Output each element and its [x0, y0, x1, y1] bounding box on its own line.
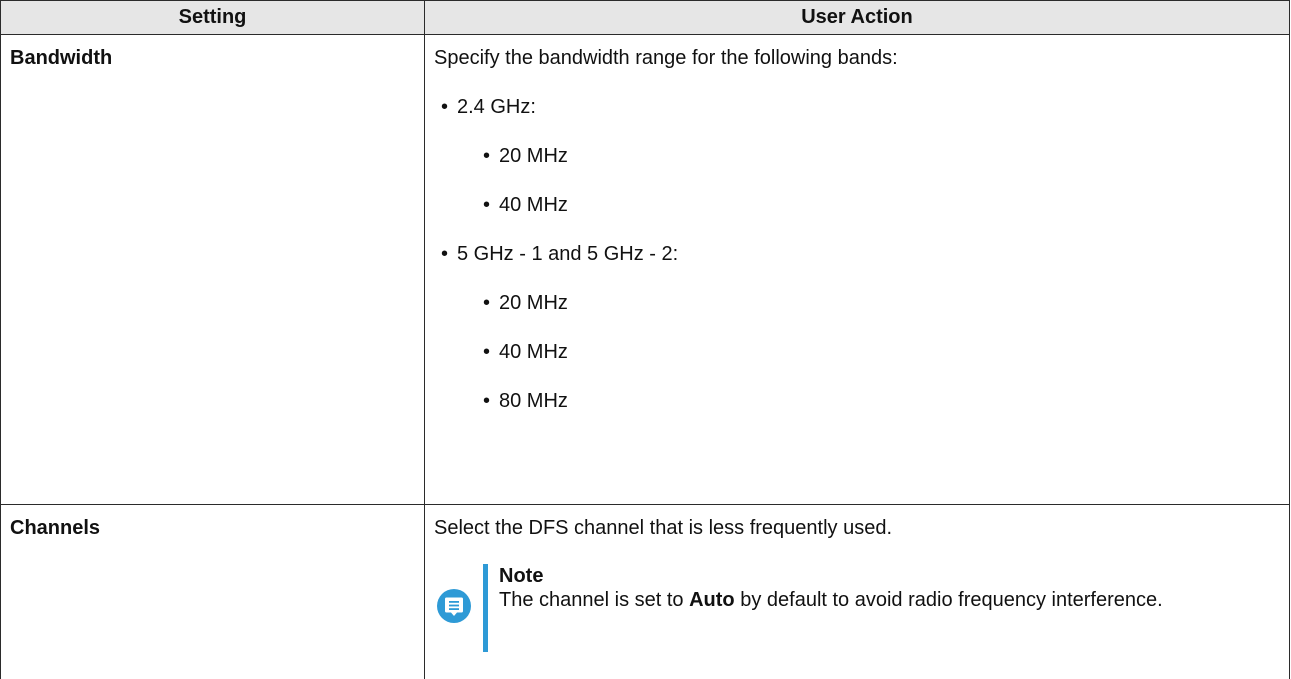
setting-cell: Channels: [1, 505, 425, 679]
table-row-bandwidth: Bandwidth Specify the bandwidth range fo…: [1, 35, 1290, 505]
table-header-row: Setting User Action: [1, 1, 1290, 35]
action-intro: Specify the bandwidth range for the foll…: [425, 35, 1289, 70]
list-item: • 80 MHz: [483, 389, 1289, 413]
note-icon: [436, 588, 472, 624]
bandwidth-option: 20 MHz: [499, 145, 568, 167]
bullet-marker: •: [483, 389, 490, 413]
table-row-channels: Channels Select the DFS channel that is …: [1, 505, 1290, 679]
header-user-action: User Action: [425, 1, 1290, 35]
setting-cell: Bandwidth: [1, 35, 425, 505]
note-text-after: by default to avoid radio frequency inte…: [735, 589, 1163, 611]
bullet-marker: •: [483, 340, 490, 364]
bandwidth-option: 40 MHz: [499, 341, 568, 363]
note-text-before: The channel is set to: [499, 589, 689, 611]
note-accent-bar: [483, 564, 488, 652]
list-item: • 20 MHz: [483, 144, 1289, 168]
bandwidth-option: 20 MHz: [499, 292, 568, 314]
settings-table: Setting User Action Bandwidth Specify th…: [0, 0, 1290, 679]
bullet-marker: •: [483, 144, 490, 168]
list-item: • 40 MHz: [483, 193, 1289, 217]
action-intro: Select the DFS channel that is less freq…: [425, 505, 1289, 540]
band-label: 2.4 GHz:: [457, 96, 536, 118]
note-text-bold: Auto: [689, 589, 735, 611]
action-cell: Specify the bandwidth range for the foll…: [425, 35, 1290, 505]
note-callout: Note The channel is set to Auto by defau…: [425, 564, 1289, 652]
list-item: • 5 GHz - 1 and 5 GHz - 2:: [441, 242, 1289, 266]
note-body: Note The channel is set to Auto by defau…: [499, 564, 1279, 612]
setting-name: Bandwidth: [1, 35, 424, 70]
list-item: • 2.4 GHz:: [441, 95, 1289, 119]
bullet-marker: •: [483, 291, 490, 315]
setting-name: Channels: [1, 505, 424, 540]
bullet-marker: •: [441, 242, 448, 266]
header-setting: Setting: [1, 1, 425, 35]
band-label: 5 GHz - 1 and 5 GHz - 2:: [457, 243, 678, 265]
note-title: Note: [499, 564, 1279, 588]
list-item: • 20 MHz: [483, 291, 1289, 315]
list-item: • 40 MHz: [483, 340, 1289, 364]
bullet-marker: •: [483, 193, 490, 217]
note-text: The channel is set to Auto by default to…: [499, 589, 1163, 611]
action-cell: Select the DFS channel that is less freq…: [425, 505, 1290, 679]
bullet-marker: •: [441, 95, 448, 119]
bandwidth-option: 40 MHz: [499, 194, 568, 216]
bandwidth-option: 80 MHz: [499, 390, 568, 412]
